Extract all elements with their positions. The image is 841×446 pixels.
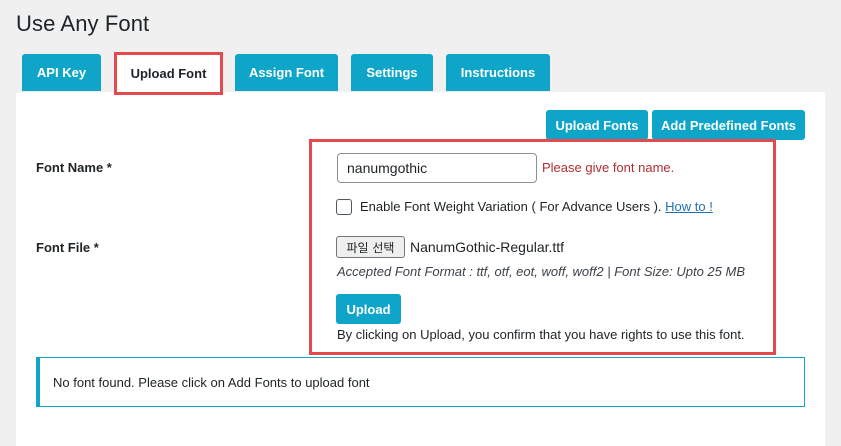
tab-assign-font[interactable]: Assign Font (235, 54, 338, 91)
accepted-formats-text: Accepted Font Format : ttf, otf, eot, wo… (337, 264, 745, 279)
tab-settings[interactable]: Settings (351, 54, 433, 91)
add-predefined-fonts-button[interactable]: Add Predefined Fonts (652, 110, 805, 140)
tab-instructions[interactable]: Instructions (446, 54, 550, 91)
choose-file-button[interactable]: 파일 선택 (336, 236, 405, 258)
font-name-label: Font Name * (36, 160, 112, 175)
tab-upload-font[interactable]: Upload Font (114, 52, 223, 95)
font-weight-variation-label: Enable Font Weight Variation ( For Advan… (360, 199, 713, 214)
page-title: Use Any Font (16, 11, 150, 36)
page: Use Any Font API Key Upload Font Assign … (0, 0, 841, 446)
confirm-rights-text: By clicking on Upload, you confirm that … (337, 327, 745, 342)
upload-button[interactable]: Upload (336, 294, 401, 324)
font-file-label: Font File * (36, 240, 99, 255)
upload-fonts-button[interactable]: Upload Fonts (546, 110, 648, 140)
font-name-error: Please give font name. (542, 160, 675, 175)
chosen-file-name: NanumGothic-Regular.ttf (410, 239, 565, 255)
font-weight-variation-checkbox[interactable] (336, 199, 352, 215)
notice-message: No font found. Please click on Add Fonts… (53, 374, 370, 390)
font-name-input[interactable] (337, 153, 537, 183)
no-fonts-notice: No font found. Please click on Add Fonts… (36, 357, 805, 407)
font-weight-variation-text: Enable Font Weight Variation ( For Advan… (360, 199, 662, 214)
tab-api-key[interactable]: API Key (22, 54, 101, 91)
how-to-link[interactable]: How to ! (665, 199, 713, 214)
